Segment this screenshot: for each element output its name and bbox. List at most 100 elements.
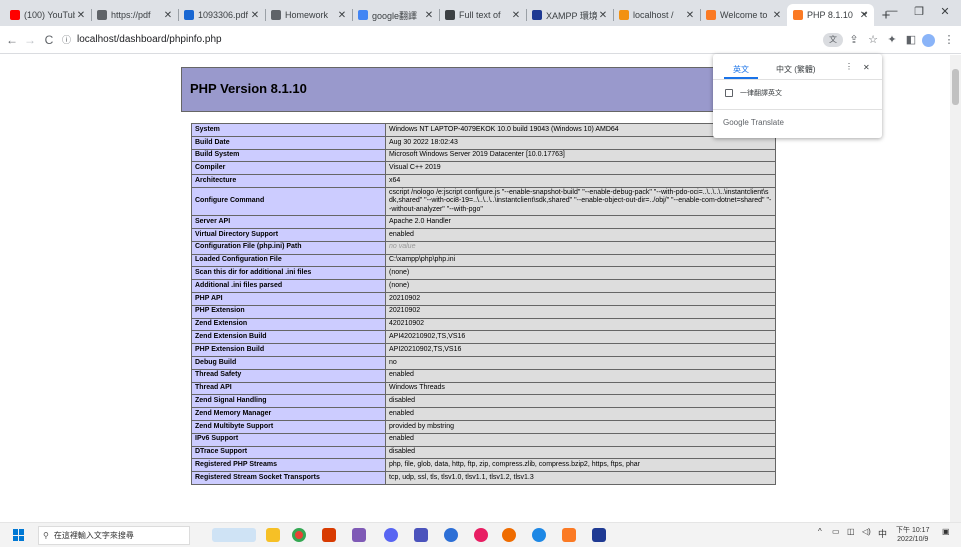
scroll-thumb[interactable] (952, 69, 959, 105)
row-key: Scan this dir for additional .ini files (191, 266, 386, 281)
row-key: Architecture (191, 174, 386, 188)
site-info-icon[interactable]: ⓘ (62, 33, 71, 46)
file-explorer-icon[interactable] (266, 528, 280, 542)
browser-tab[interactable]: localhost / ✕ (613, 4, 700, 26)
tab-close-icon[interactable]: ✕ (684, 10, 696, 21)
tab-title: https://pdf (111, 10, 151, 20)
row-value: disabled (385, 445, 776, 460)
table-row: Build System Microsoft Windows Server 201… (191, 148, 776, 163)
xampp-icon (793, 10, 803, 20)
browser-tab[interactable]: XAMPP 環境 ✕ (526, 4, 613, 26)
app-icon[interactable] (592, 528, 606, 542)
app-icon[interactable] (474, 528, 488, 542)
tab-close-icon[interactable]: ✕ (423, 10, 435, 21)
tab-close-icon[interactable]: ✕ (336, 10, 348, 21)
weather-widget-icon[interactable] (212, 528, 256, 542)
xampp-icon[interactable] (562, 528, 576, 542)
close-window-icon[interactable]: ✕ (928, 0, 961, 22)
row-key: Registered Stream Socket Transports (191, 471, 386, 485)
table-row: Thread Safety enabled (191, 368, 776, 383)
row-key: PHP API (191, 291, 386, 306)
forward-icon[interactable]: → (20, 33, 40, 47)
share-icon[interactable]: ⇪ (847, 33, 861, 46)
translate-icon[interactable]: 文 (823, 33, 843, 47)
teams-icon[interactable] (414, 528, 428, 542)
row-key: Zend Signal Handling (191, 394, 386, 409)
tab-title: google翻譯 (372, 10, 418, 21)
tab-close-icon[interactable]: ✕ (771, 10, 783, 21)
row-value: Visual C++ 2019 (385, 161, 776, 176)
page-scrollbar[interactable] (950, 55, 961, 522)
tab-close-icon[interactable]: ✕ (249, 10, 261, 21)
reload-icon[interactable]: C (39, 33, 59, 47)
translate-close-icon[interactable]: ✕ (863, 63, 870, 72)
ime-indicator[interactable]: 中 (878, 527, 887, 540)
browser-tab[interactable]: Homework ✕ (265, 4, 352, 26)
google-translate-brand: Google Translate (723, 118, 784, 127)
tray-overflow-icon[interactable]: ^ (818, 527, 822, 536)
discord-icon[interactable] (384, 528, 398, 542)
row-key: Loaded Configuration File (191, 253, 386, 268)
translate-options-icon[interactable]: ⋮ (845, 62, 853, 71)
translate-target-tab[interactable]: 中文 (繁體) (776, 64, 816, 75)
table-row: Compiler Visual C++ 2019 (191, 161, 776, 176)
sidepanel-icon[interactable]: ◧ (904, 33, 918, 46)
row-value: API20210902,TS,VS16 (385, 343, 776, 357)
app-icon[interactable] (502, 528, 516, 542)
bookmark-star-icon[interactable]: ☆ (866, 33, 880, 46)
tab-title: (100) YouTube (24, 10, 75, 20)
browser-tab[interactable]: 1093306.pdf ✕ (178, 4, 265, 26)
taskbar-search-box[interactable]: ⚲ 在這裡輸入文字來搜尋 (38, 526, 190, 545)
office-app-icon[interactable] (322, 528, 336, 542)
address-bar[interactable]: ⓘ localhost/dashboard/phpinfo.php (62, 29, 822, 50)
row-value: C:\xampp\php\php.ini (385, 253, 776, 268)
tab-close-icon[interactable]: ✕ (597, 10, 609, 21)
php-info-table: System Windows NT LAPTOP-4079EKOK 10.0 bu… (191, 123, 776, 485)
menu-kebab-icon[interactable]: ⋮ (942, 33, 956, 46)
always-translate-label[interactable]: 一律翻譯英文 (740, 88, 782, 98)
table-row: Build Date Aug 30 2022 18:02:43 (191, 135, 776, 150)
battery-icon[interactable]: ▭ (832, 527, 840, 536)
browser-tab[interactable]: google翻譯 ✕ (352, 4, 439, 26)
chrome-icon[interactable] (292, 528, 306, 542)
pdf-icon (184, 10, 194, 20)
extensions-icon[interactable]: ✦ (885, 33, 899, 46)
always-translate-checkbox[interactable] (725, 89, 733, 97)
taskbar-clock[interactable]: 下午 10:17 2022/10/9 (896, 526, 929, 544)
row-key: IPv6 Support (191, 432, 386, 447)
tab-close-icon[interactable]: ✕ (162, 10, 174, 21)
browser-tab[interactable]: Welcome to ✕ (700, 4, 787, 26)
row-value: php, file, glob, data, http, ftp, zip, c… (385, 458, 776, 473)
browser-tab[interactable]: https://pdf ✕ (91, 4, 178, 26)
row-key: Build Date (191, 135, 386, 150)
windows-start-icon[interactable] (13, 529, 25, 541)
network-icon[interactable]: ◫ (847, 527, 855, 536)
row-key: Zend Extension (191, 317, 386, 332)
row-value: (none) (385, 279, 776, 293)
row-value: no value (385, 240, 776, 255)
row-value: disabled (385, 394, 776, 409)
row-key: Configure Command (191, 186, 386, 217)
browser-tab[interactable]: Full text of ✕ (439, 4, 526, 26)
globe-icon (97, 10, 107, 20)
translate-source-tab[interactable]: 英文 (733, 64, 749, 75)
row-value: (none) (385, 266, 776, 281)
row-key: Zend Memory Manager (191, 407, 386, 421)
table-row: PHP Extension 20210902 (191, 304, 776, 319)
browser-tab[interactable]: (100) YouTube✕ (4, 4, 91, 26)
row-value: cscript /nologo /e:jscript configure.js … (385, 186, 776, 217)
visual-studio-icon[interactable] (352, 528, 366, 542)
app-icon[interactable] (532, 528, 546, 542)
tab-close-icon[interactable]: ✕ (510, 10, 522, 21)
tab-close-icon[interactable]: ✕ (75, 10, 87, 21)
row-value: API420210902,TS,VS16 (385, 330, 776, 345)
table-row: Server API Apache 2.0 Handler (191, 215, 776, 229)
notification-icon[interactable]: ▣ (942, 527, 950, 536)
row-value: enabled (385, 227, 776, 242)
row-value: Windows Threads (385, 381, 776, 396)
app-icon[interactable] (444, 528, 458, 542)
back-icon[interactable]: ← (2, 33, 22, 47)
profile-avatar-icon[interactable] (922, 34, 935, 47)
table-row: Loaded Configuration File C:\xampp\php\ph… (191, 253, 776, 268)
volume-icon[interactable]: ◁) (862, 527, 871, 536)
